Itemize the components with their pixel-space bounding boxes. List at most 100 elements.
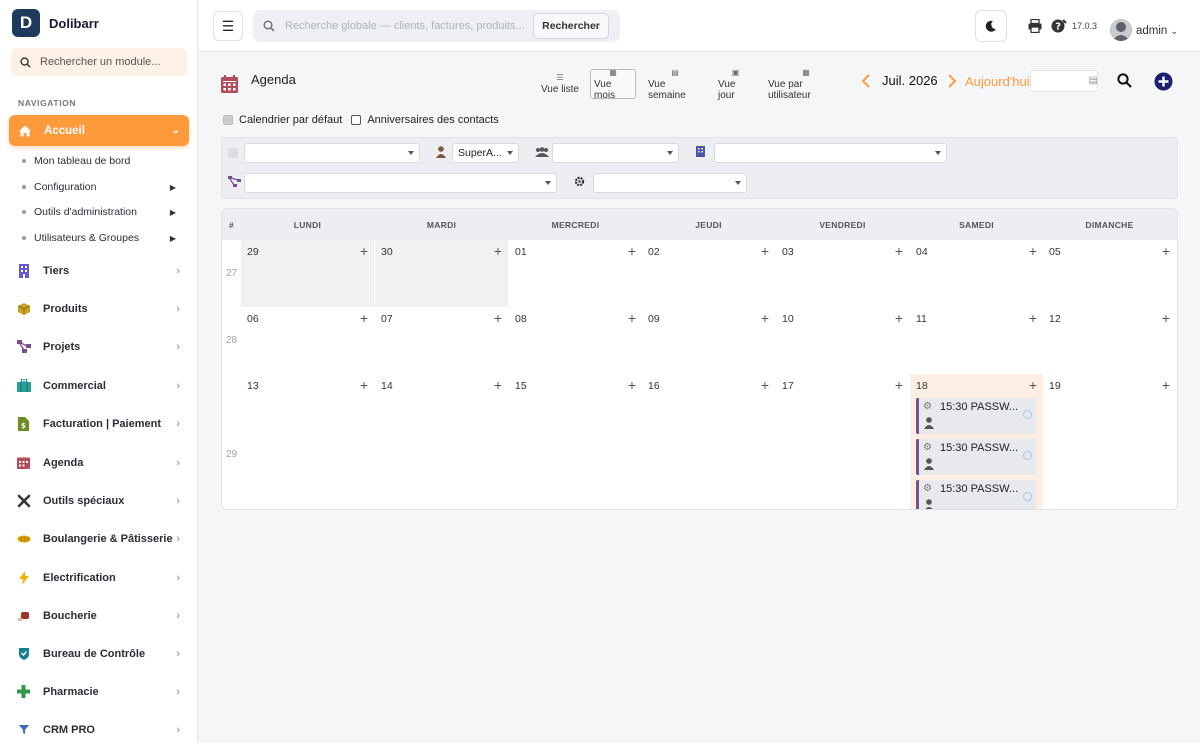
sidebar-item-boulangerie[interactable]: Boulangerie & Pâtisserie › (16, 531, 188, 546)
add-event-icon[interactable] (1154, 72, 1173, 91)
subitem-configuration[interactable]: Configuration ▶ (22, 181, 182, 193)
add-event-plus-icon[interactable]: + (494, 243, 502, 259)
add-event-plus-icon[interactable]: + (1029, 243, 1037, 259)
type-select[interactable] (244, 143, 420, 163)
birthdays-checkbox[interactable] (351, 115, 362, 125)
calendar-event[interactable]: ⚙ 15:30 PASSW... (916, 439, 1036, 475)
calendar-day-cell[interactable]: 14 + (375, 374, 508, 509)
add-event-plus-icon[interactable]: + (360, 310, 368, 326)
subitem-tableau-de-bord[interactable]: Mon tableau de bord (22, 155, 182, 167)
calendar-day-cell[interactable]: 19 + (1043, 374, 1176, 509)
sidebar-item-agenda[interactable]: Agenda › (16, 455, 188, 470)
add-event-plus-icon[interactable]: + (628, 377, 636, 393)
sidebar-item-outils-speciaux[interactable]: Outils spéciaux › (16, 493, 188, 508)
calendar-day-cell[interactable]: 03 + (776, 240, 909, 307)
add-event-plus-icon[interactable]: + (761, 243, 769, 259)
calendar-event[interactable]: ⚙ 15:30 PASSW... (916, 480, 1036, 509)
sidebar-item-bureau-controle[interactable]: Bureau de Contrôle › (16, 646, 188, 661)
add-event-plus-icon[interactable]: + (761, 377, 769, 393)
add-event-plus-icon[interactable]: + (628, 243, 636, 259)
help-icon[interactable]: ? (1051, 18, 1067, 34)
thirdparty-select[interactable] (714, 143, 947, 163)
calendar-picker-icon[interactable]: ▤ (1089, 75, 1098, 86)
sidebar-item-tiers[interactable]: Tiers › (16, 263, 188, 278)
default-calendar-checkbox[interactable] (223, 115, 233, 125)
calendar-day-cell[interactable]: 30 + (375, 240, 508, 307)
add-event-plus-icon[interactable]: + (360, 243, 368, 259)
calendar-day-cell[interactable]: 13 + (241, 374, 374, 509)
today-button[interactable]: Aujourd'hui (965, 74, 1030, 89)
filter-checkbox[interactable] (228, 148, 238, 158)
add-event-plus-icon[interactable]: + (1162, 377, 1170, 393)
sidebar-item-produits[interactable]: Produits › (16, 301, 188, 316)
global-search[interactable]: Rechercher (253, 10, 620, 42)
sidebar-item-accueil[interactable]: Accueil ⌄ (9, 115, 189, 146)
global-search-button[interactable]: Rechercher (533, 13, 609, 39)
calendar-day-cell[interactable]: 10 + (776, 307, 909, 374)
project-select[interactable] (244, 173, 557, 193)
calendar-day-cell[interactable]: 29 + (241, 240, 374, 307)
subitem-outils-admin[interactable]: Outils d'administration ▶ (22, 206, 182, 218)
sidebar-item-facturation[interactable]: $ Facturation | Paiement › (16, 416, 188, 431)
module-search[interactable] (11, 48, 187, 76)
calendar-day-cell[interactable]: 05 + (1043, 240, 1176, 307)
add-event-plus-icon[interactable]: + (1029, 377, 1037, 393)
calendar-day-cell[interactable]: 08 + (509, 307, 642, 374)
calendar-event[interactable]: ⚙ 15:30 PASSW... (916, 398, 1036, 434)
view-week-button[interactable]: ▤ Vue semaine (645, 68, 705, 101)
sidebar-item-crm-pro[interactable]: CRM PRO › (16, 722, 188, 737)
calendar-day-cell[interactable]: 12 + (1043, 307, 1176, 374)
search-icon (263, 20, 275, 32)
subitem-utilisateurs[interactable]: Utilisateurs & Groupes ▶ (22, 232, 182, 244)
sidebar-item-electrification[interactable]: Electrification › (16, 570, 188, 585)
status-select[interactable] (593, 173, 747, 193)
chevron-left-icon[interactable] (861, 73, 871, 88)
add-event-plus-icon[interactable]: + (761, 310, 769, 326)
sidebar-item-pharmacie[interactable]: Pharmacie › (16, 684, 188, 699)
add-event-plus-icon[interactable]: + (895, 377, 903, 393)
global-search-input[interactable] (285, 20, 525, 32)
calendar-day-cell[interactable]: 15 + (509, 374, 642, 509)
user-select[interactable]: SuperA... (452, 143, 519, 163)
calendar-day-cell[interactable]: 04 + (910, 240, 1043, 307)
weekday-header: JEUDI (695, 220, 722, 230)
avatar[interactable] (1110, 19, 1132, 41)
sidebar-item-boucherie[interactable]: Boucherie › (16, 608, 188, 623)
calendar-day-cell[interactable]: 09 + (642, 307, 775, 374)
view-month-button[interactable]: ▦ Vue mois (590, 68, 636, 101)
menu-toggle-button[interactable]: ☰ (213, 11, 243, 41)
group-select[interactable] (552, 143, 679, 163)
add-event-plus-icon[interactable]: + (1029, 310, 1037, 326)
calendar-day-cell[interactable]: 11 + (910, 307, 1043, 374)
add-event-plus-icon[interactable]: + (494, 310, 502, 326)
sidebar-item-commercial[interactable]: Commercial › (16, 378, 188, 393)
user-menu[interactable]: admin ⌄ (1136, 25, 1178, 37)
calendar-day-cell[interactable]: 01 + (509, 240, 642, 307)
dark-mode-button[interactable] (975, 10, 1007, 42)
view-list-button[interactable]: ☰ Vue liste (538, 69, 582, 99)
add-event-plus-icon[interactable]: + (895, 243, 903, 259)
view-day-button[interactable]: ▣ Vue jour (715, 68, 756, 101)
brand[interactable]: D Dolibarr (12, 9, 99, 37)
add-event-plus-icon[interactable]: + (895, 310, 903, 326)
add-event-plus-icon[interactable]: + (1162, 310, 1170, 326)
view-per-user-button[interactable]: ▦ Vue par utilisateur (765, 68, 847, 101)
search-icon[interactable] (1117, 73, 1132, 88)
add-event-plus-icon[interactable]: + (628, 310, 636, 326)
sidebar-item-projets[interactable]: Projets › (16, 339, 188, 354)
calendar-day-cell[interactable]: 06 + (241, 307, 374, 374)
chevron-right-icon[interactable] (947, 73, 957, 88)
add-event-plus-icon[interactable]: + (360, 377, 368, 393)
add-event-plus-icon[interactable]: + (494, 377, 502, 393)
module-search-input[interactable] (40, 56, 180, 68)
calendar-day-cell[interactable]: 07 + (375, 307, 508, 374)
view-label: Vue semaine (648, 78, 686, 101)
add-event-plus-icon[interactable]: + (1162, 243, 1170, 259)
filter-panel: SuperA... (221, 137, 1178, 199)
calendar-day-cell[interactable]: 17 + (776, 374, 909, 509)
calendar-day-cell[interactable]: 16 + (642, 374, 775, 509)
print-icon[interactable] (1028, 19, 1042, 33)
chevron-right-icon: › (176, 685, 180, 698)
calendar-day-cell[interactable]: 02 + (642, 240, 775, 307)
date-input[interactable]: ▤ (1030, 70, 1098, 92)
